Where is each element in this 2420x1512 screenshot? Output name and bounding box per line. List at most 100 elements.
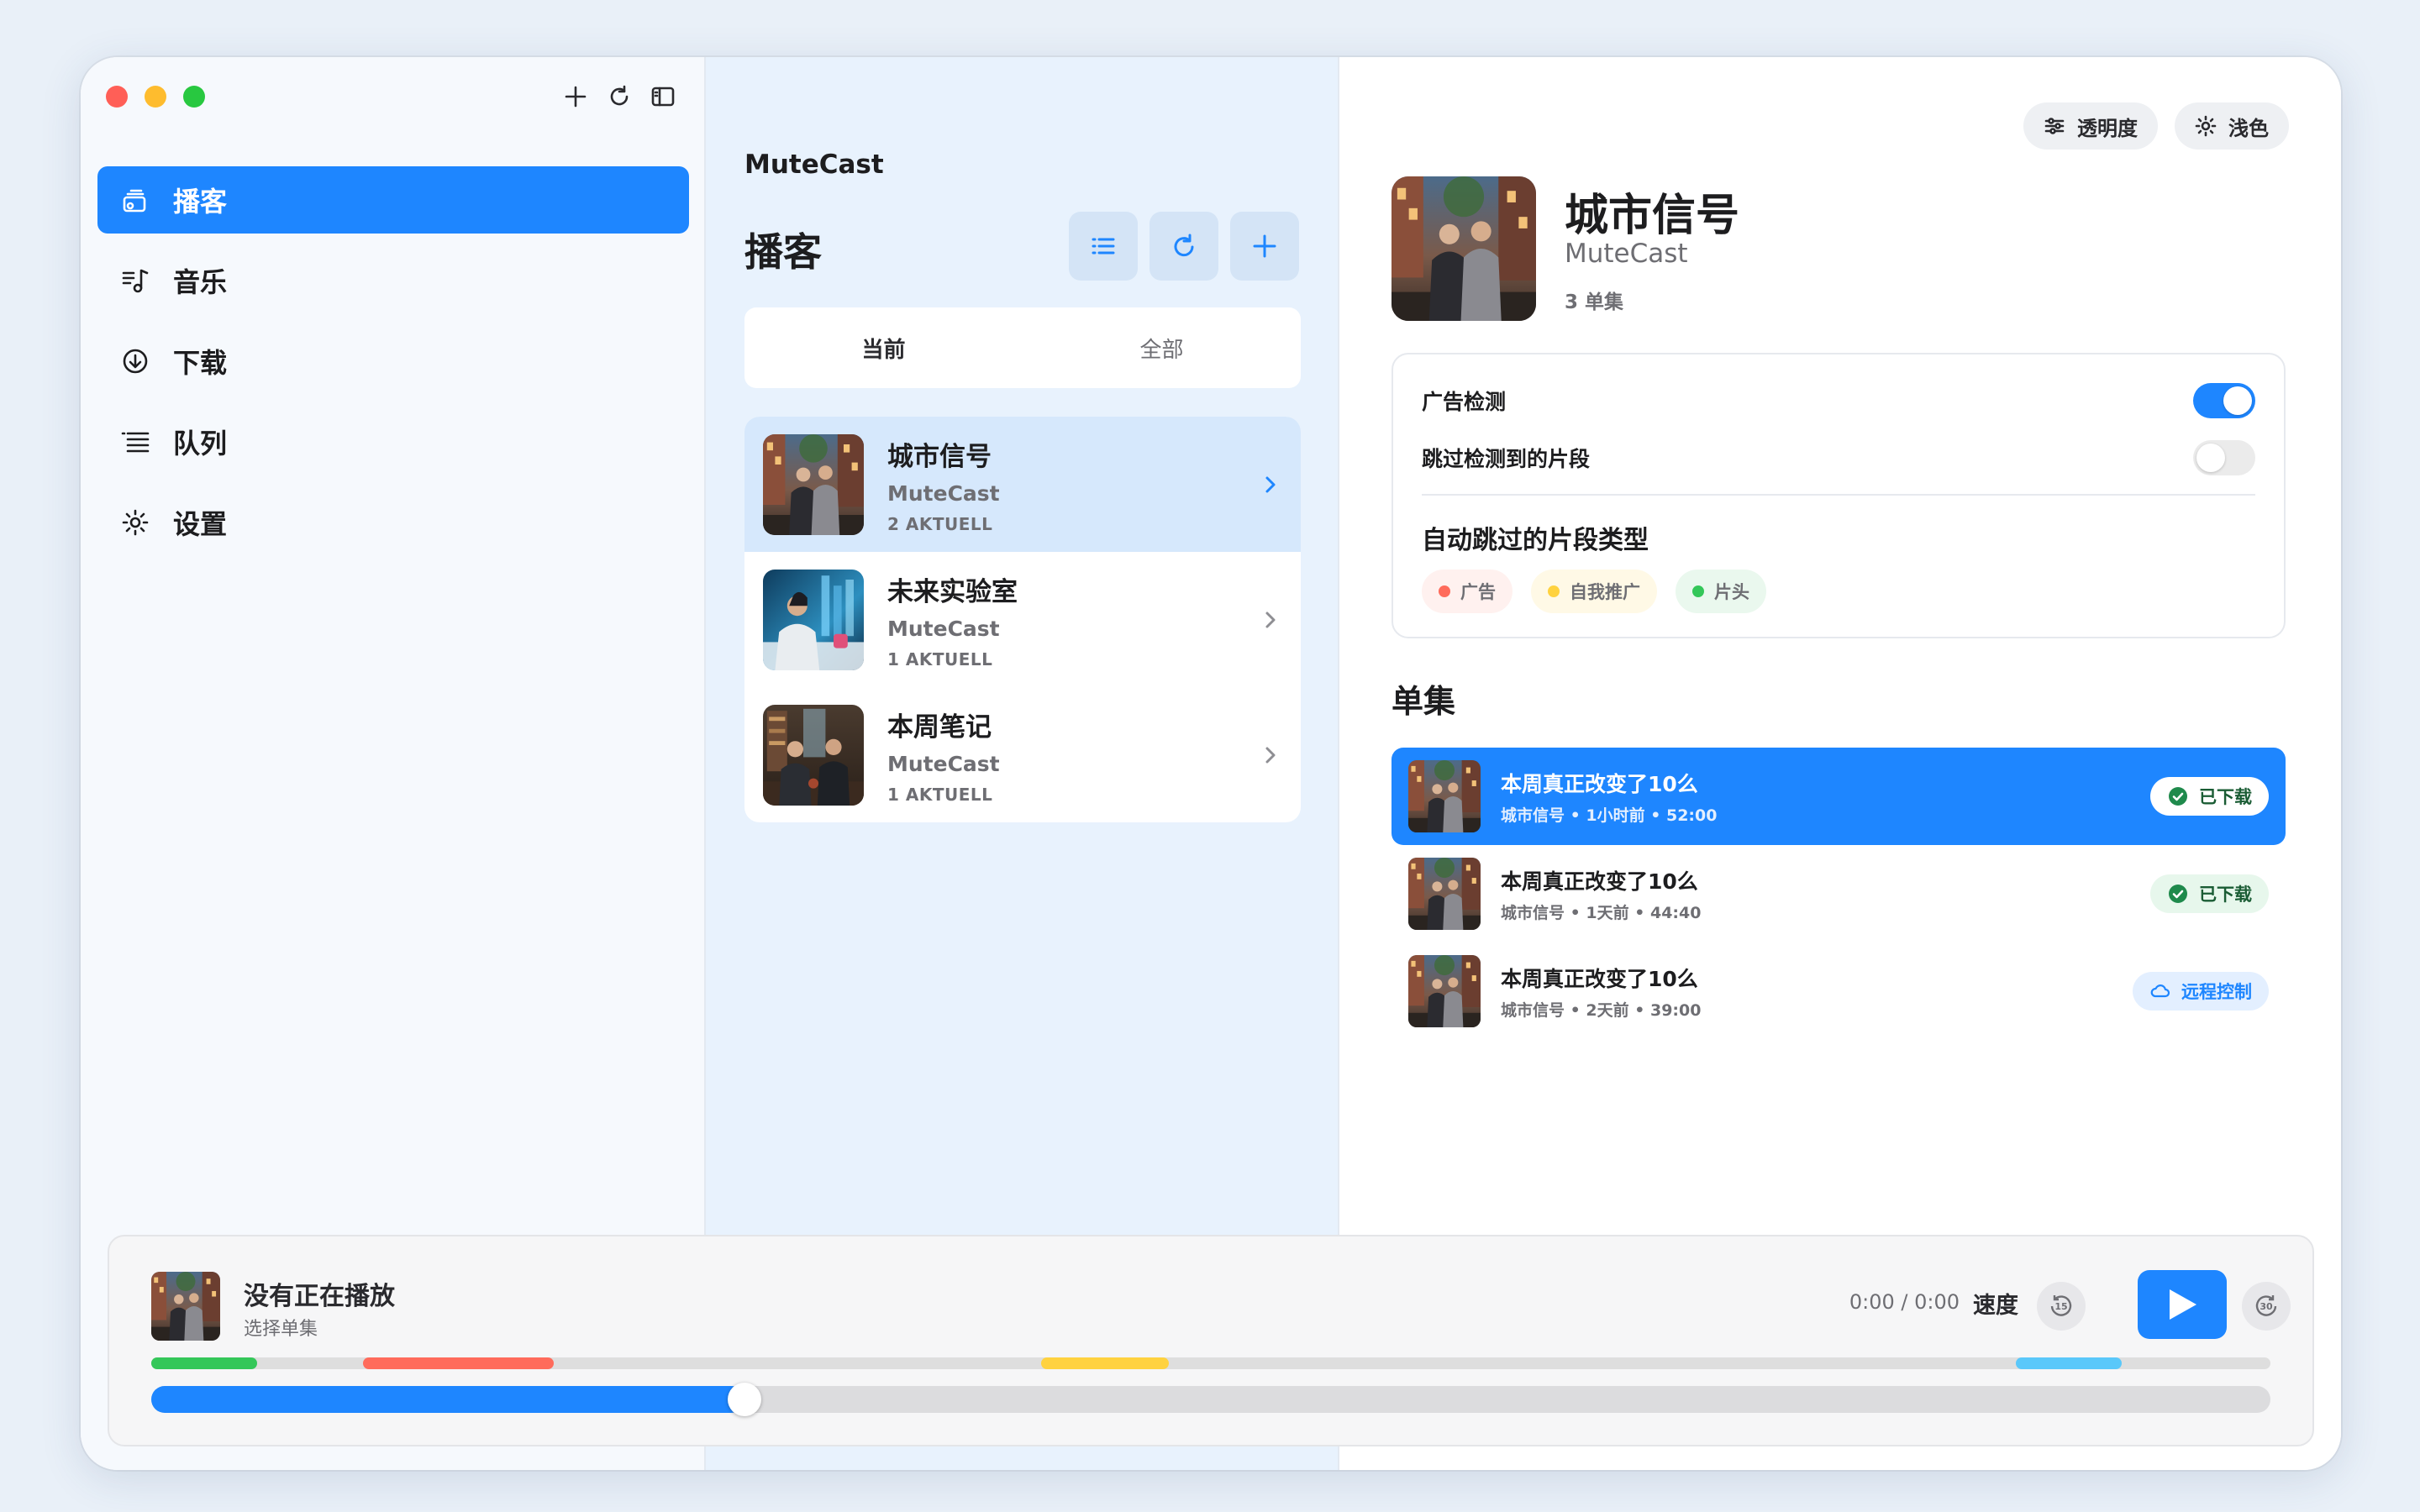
play-button[interactable] — [2138, 1270, 2227, 1339]
status-dot — [1548, 585, 1560, 597]
skip-back-button[interactable]: 15 — [2037, 1282, 2086, 1331]
badge-label: 已下载 — [2199, 787, 2252, 807]
minimize-window-button[interactable] — [145, 86, 166, 108]
podcast-author: MuteCast — [1565, 239, 1688, 269]
episode-count: 3 单集 — [1565, 291, 1624, 313]
episode-title: 本周真正改变了10么 — [1501, 771, 1698, 796]
sidebar-item-label: 播客 — [173, 186, 228, 218]
podcast-cover — [763, 705, 864, 806]
ad-detection-label: 广告检测 — [1422, 390, 1507, 414]
now-playing-cover — [151, 1272, 220, 1341]
download-icon — [123, 349, 148, 374]
podcast-author: MuteCast — [887, 480, 1000, 506]
window-toolbar — [561, 79, 677, 114]
chip-intro[interactable]: 片头 — [1676, 570, 1766, 613]
ad-detection-row: 广告检测 — [1422, 383, 2255, 418]
now-playing-subtitle: 选择单集 — [244, 1319, 318, 1340]
list-toolbar — [1069, 212, 1299, 281]
podcast-episode-count: 1 AKTUELL — [887, 784, 993, 805]
chevron-right-icon — [1259, 743, 1282, 767]
playback-time: 0:00 / 0:00 — [1849, 1290, 1960, 1314]
episode-list: 本周真正改变了10么 城市信号 • 1小时前 • 52:00 已下载 本周真正改… — [1392, 748, 2286, 1040]
sidebar-item-label: 音乐 — [173, 266, 228, 298]
sun-icon — [2195, 115, 2217, 137]
badge-label: 已下载 — [2199, 885, 2252, 905]
skip-detected-label: 跳过检测到的片段 — [1422, 447, 1591, 471]
list-item[interactable]: 未来实验室 MuteCast 1 AKTUELL — [744, 552, 1301, 687]
sidebar-item-settings[interactable]: 设置 — [97, 489, 689, 556]
chip-self-promo[interactable]: 自我推广 — [1531, 570, 1657, 613]
table-row[interactable]: 本周真正改变了10么 城市信号 • 2天前 • 39:00 远程控制 — [1392, 942, 2286, 1040]
plus-icon[interactable] — [561, 79, 590, 114]
skip-detected-toggle[interactable] — [2193, 440, 2255, 475]
sidebar-item-label: 设置 — [173, 508, 228, 540]
remote-control-badge[interactable]: 远程控制 — [2133, 972, 2269, 1011]
chip-ad[interactable]: 广告 — [1422, 570, 1512, 613]
add-podcast-button[interactable] — [1230, 212, 1299, 281]
speed-button[interactable]: 速度 — [1973, 1287, 2018, 1320]
check-circle-icon — [2169, 885, 2187, 903]
theme-label: 浅色 — [2228, 116, 2269, 140]
list-item[interactable]: 城市信号 MuteCast 2 AKTUELL — [744, 417, 1301, 552]
episode-meta: 城市信号 • 2天前 • 39:00 — [1501, 1000, 1702, 1020]
list-view-button[interactable] — [1069, 212, 1138, 281]
play-icon — [2170, 1289, 2196, 1320]
podcast-title: 城市信号 — [887, 441, 992, 472]
episodes-heading: 单集 — [1392, 683, 1456, 720]
now-playing-title: 没有正在播放 — [244, 1282, 395, 1311]
chip-label: 片头 — [1714, 582, 1749, 602]
sidebar-nav: 播客 音乐 下载 队列 设置 — [97, 166, 689, 570]
sliders-icon — [2044, 118, 2065, 134]
podcast-episode-count: 2 AKTUELL — [887, 513, 993, 534]
sidebar-toggle-icon[interactable] — [649, 79, 677, 114]
theme-button[interactable]: 浅色 — [2175, 102, 2289, 150]
table-row[interactable]: 本周真正改变了10么 城市信号 • 1天前 • 44:40 已下载 — [1392, 845, 2286, 942]
podcast-cover-large — [1392, 176, 1536, 321]
podcast-icon — [123, 189, 146, 213]
badge-label: 远程控制 — [2181, 982, 2252, 1002]
chevron-right-icon — [1259, 473, 1282, 496]
segment-marker-track — [151, 1357, 2270, 1369]
segment-types-title: 自动跳过的片段类型 — [1422, 526, 1649, 555]
segment-marker — [1041, 1357, 1169, 1369]
app-name: MuteCast — [744, 150, 884, 180]
episode-title: 本周真正改变了10么 — [1501, 966, 1698, 991]
sidebar-item-queue[interactable]: 队列 — [97, 408, 689, 475]
sidebar-item-label: 队列 — [173, 428, 228, 459]
progress-fill — [151, 1386, 745, 1413]
ad-detection-toggle[interactable] — [2193, 383, 2255, 418]
sidebar-item-downloads[interactable]: 下载 — [97, 328, 689, 395]
progress-thumb[interactable] — [728, 1383, 762, 1416]
progress-slider[interactable] — [151, 1383, 2270, 1416]
sidebar-item-label: 下载 — [173, 347, 228, 379]
episode-meta: 城市信号 • 1小时前 • 52:00 — [1501, 806, 1718, 825]
sidebar-item-music[interactable]: 音乐 — [97, 247, 689, 314]
table-row[interactable]: 本周真正改变了10么 城市信号 • 1小时前 • 52:00 已下载 — [1392, 748, 2286, 845]
segment-type-chips: 广告 自我推广 片头 — [1422, 570, 1766, 613]
tab-all[interactable]: 全部 — [1023, 307, 1301, 388]
mini-player: 没有正在播放 选择单集 0:00 / 0:00 速度 15 30 — [108, 1235, 2314, 1446]
opacity-button[interactable]: 透明度 — [2023, 102, 2158, 150]
refresh-button[interactable] — [1150, 212, 1218, 281]
skip-forward-button[interactable]: 30 — [2242, 1282, 2291, 1331]
podcast-list: 城市信号 MuteCast 2 AKTUELL 未来实验室 MuteCast 1… — [744, 417, 1301, 822]
episode-title: 本周真正改变了10么 — [1501, 869, 1698, 894]
episode-cover — [1408, 760, 1481, 832]
skip-back-seconds: 15 — [2054, 1300, 2068, 1312]
tab-current[interactable]: 当前 — [744, 307, 1023, 388]
chevron-right-icon — [1259, 608, 1282, 632]
list-item[interactable]: 本周笔记 MuteCast 1 AKTUELL — [744, 687, 1301, 822]
refresh-icon[interactable] — [605, 79, 634, 114]
sidebar-item-podcasts[interactable]: 播客 — [97, 166, 689, 234]
app-window: 播客 音乐 下载 队列 设置 MuteCast 播客 当前 全部 城市信号 Mu… — [81, 57, 2341, 1470]
episode-cover — [1408, 955, 1481, 1027]
downloaded-badge[interactable]: 已下载 — [2150, 874, 2269, 913]
ad-settings-card: 广告检测 跳过检测到的片段 自动跳过的片段类型 广告 自我推广 片头 — [1392, 353, 2286, 638]
close-window-button[interactable] — [106, 86, 128, 108]
refresh-icon — [1174, 234, 1194, 257]
queue-icon — [121, 432, 150, 453]
status-dot — [1692, 585, 1704, 597]
zoom-window-button[interactable] — [183, 86, 205, 108]
podcast-title: 未来实验室 — [887, 576, 1018, 607]
downloaded-badge[interactable]: 已下载 — [2150, 777, 2269, 816]
